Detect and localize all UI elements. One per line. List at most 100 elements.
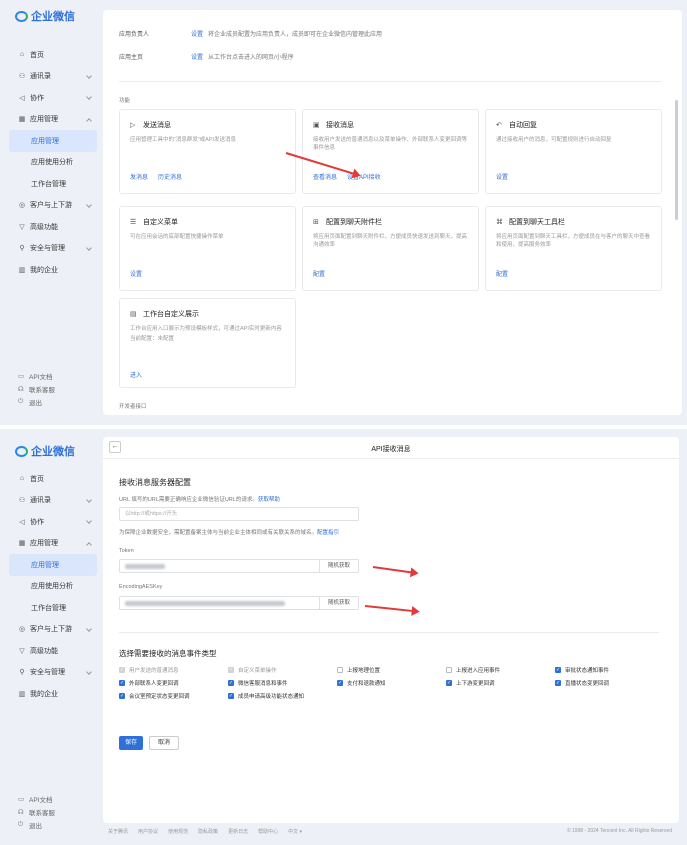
sidebar-item-advanced[interactable]: ▽ 高级功能 — [9, 216, 97, 238]
api-doc-link[interactable]: ▭ API文档 — [18, 369, 55, 382]
token-input[interactable]: 随机获取 — [119, 559, 359, 573]
url-hint: URL 填写的URL需要正确响应企业微信验证URL的请求。获取帮助 — [119, 497, 280, 503]
headset-icon: ☊ — [18, 808, 24, 816]
language-select[interactable]: 中文 ▾ — [288, 828, 302, 835]
config-guide-link[interactable]: 配置指引 — [317, 530, 339, 536]
event-checkbox[interactable]: 上报进入应用事件 — [446, 666, 555, 674]
card-chat-toolbar: ⌘ 配置到聊天工具栏 将应用页面配置到聊天工具栏，方便成员在与客户的聊天中查看和使… — [485, 206, 662, 291]
reply-icon: ↶ — [496, 122, 502, 129]
save-button[interactable]: 保存 — [119, 736, 143, 750]
footer-link[interactable]: 用户协议 — [138, 828, 158, 835]
sidebar-subitem-app-manage[interactable]: 应用管理 — [9, 130, 97, 152]
check-icon: ✓ — [228, 667, 234, 673]
owner-set-link[interactable]: 设置 — [191, 29, 203, 38]
sidebar-subitem-app-analytics[interactable]: 应用使用分析 — [9, 152, 97, 174]
footer-link[interactable]: 更新日志 — [228, 828, 248, 835]
sidebar-item-advanced[interactable]: ▽ 高级功能 — [9, 640, 97, 662]
scrollbar[interactable] — [675, 100, 678, 220]
section-features-label: 功能 — [119, 98, 131, 104]
logo[interactable]: 企业微信 — [15, 8, 75, 24]
check-icon: ✓ — [119, 680, 125, 686]
collab-icon: ◁ — [19, 518, 25, 526]
event-checkbox[interactable]: ✓ 成员申请高级功能状态通知 — [228, 692, 337, 700]
sidebar-subitem-app-manage[interactable]: 应用管理 — [9, 554, 97, 576]
sidebar-item-security[interactable]: ⚲ 安全与管理 — [9, 662, 97, 684]
sidebar-item-collab[interactable]: ◁ 协作 — [9, 511, 97, 533]
event-checkbox[interactable]: ✓ 会议室预定状态变更回调 — [119, 692, 228, 700]
sidebar-item-apps[interactable]: ▦ 应用管理 — [9, 109, 97, 131]
token-random-button[interactable]: 随机获取 — [319, 560, 358, 572]
history-message-link[interactable]: 历史消息 — [158, 172, 182, 181]
sidebar-nav: ⌂ 首页 ⚇ 通讯录 ◁ 协作 ▦ 应用管理 应用管理 应用使用分析 工作台管理 ◎ 客户… — [9, 468, 97, 705]
url-input[interactable]: 以http://或https://开头 — [119, 507, 359, 521]
page-topbar: ← API接收消息 — [103, 437, 679, 459]
cancel-button[interactable]: 取消 — [149, 736, 179, 750]
sidebar-item-apps[interactable]: ▦ 应用管理 — [9, 533, 97, 555]
support-link[interactable]: ☊ 联系客服 — [18, 805, 55, 818]
page-title: API接收消息 — [371, 446, 411, 453]
aes-key-input[interactable]: 随机获取 — [119, 596, 359, 610]
page-footer: 关于腾讯 用户协议 使用规范 隐私政策 更新日志 帮助中心 中文 ▾ © 199… — [108, 828, 672, 835]
view-message-link[interactable]: 查看消息 — [313, 172, 337, 181]
send-message-link[interactable]: 发消息 — [130, 172, 148, 181]
sidebar-item-security[interactable]: ⚲ 安全与管理 — [9, 238, 97, 260]
get-help-link[interactable]: 获取帮助 — [258, 497, 280, 503]
chevron-down-icon — [86, 94, 92, 100]
message-icon: ▣ — [313, 122, 320, 129]
footer-link[interactable]: 帮助中心 — [258, 828, 278, 835]
advanced-icon: ▽ — [19, 223, 25, 231]
event-row-2: ✓ 外部联系人变更回调 ✓ 微信客服消息和事件 ✓ 支付和退款通知 ✓ 上下游变更回调 … — [119, 679, 664, 687]
event-checkbox[interactable]: ✓ 上下游变更回调 — [446, 679, 555, 687]
sidebar-item-customers[interactable]: ◎ 客户与上下游 — [9, 619, 97, 641]
sidebar-subitem-app-analytics[interactable]: 应用使用分析 — [9, 576, 97, 598]
event-checkbox[interactable]: ✓ 审批状态通知事件 — [555, 666, 664, 674]
custom-menu-set-link[interactable]: 设置 — [130, 269, 142, 278]
api-doc-link[interactable]: ▭ API文档 — [18, 792, 55, 805]
domain-note: 为保障企业数据安全，需配置备案主体与当前企业主体相同或有关联关系的域名。配置指引 — [119, 530, 340, 536]
chat-toolbar-config-link[interactable]: 配置 — [496, 269, 508, 278]
sidebar-item-customers[interactable]: ◎ 客户与上下游 — [9, 195, 97, 217]
event-checkbox[interactable]: ✓ 自定义菜单操作 — [228, 666, 337, 674]
event-types-heading: 选择需要接收的消息事件类型 — [119, 649, 217, 658]
sidebar-item-home[interactable]: ⌂ 首页 — [9, 468, 97, 490]
logout-link[interactable]: ⏻ 退出 — [18, 395, 55, 408]
token-label: Token — [119, 548, 134, 554]
sidebar-item-company[interactable]: ▥ 我的企业 — [9, 683, 97, 705]
event-checkbox[interactable]: ✓ 微信客服消息和事件 — [228, 679, 337, 687]
event-checkbox[interactable]: ✓ 外部联系人变更回调 — [119, 679, 228, 687]
event-checkbox[interactable]: ✓ 支付和退款通知 — [337, 679, 446, 687]
check-icon: ✓ — [228, 693, 234, 699]
masked-value — [125, 564, 165, 569]
homepage-set-link[interactable]: 设置 — [191, 52, 203, 61]
auto-reply-set-link[interactable]: 设置 — [496, 172, 508, 181]
owner-row: 应用负责人 设置 将企业成员配置为应用负责人，成员即可在企业微信内管理此应用 — [119, 29, 382, 38]
check-icon: ✓ — [555, 680, 561, 686]
chat-attachment-config-link[interactable]: 配置 — [313, 269, 325, 278]
sidebar-item-contacts[interactable]: ⚇ 通讯录 — [9, 490, 97, 512]
support-link[interactable]: ☊ 联系客服 — [18, 382, 55, 395]
logout-link[interactable]: ⏻ 退出 — [18, 818, 55, 831]
logo[interactable]: 企业微信 — [15, 443, 75, 459]
footer-link[interactable]: 使用规范 — [168, 828, 188, 835]
event-row-1: ✓ 用户发送的普通消息 ✓ 自定义菜单操作 上报地理位置 上报进入应用事件 ✓ 审批状… — [119, 666, 664, 674]
event-checkbox[interactable]: ✓ 直播状态变更回调 — [555, 679, 664, 687]
customer-icon: ◎ — [18, 626, 26, 634]
workbench-enter-link[interactable]: 进入 — [130, 370, 142, 379]
sidebar-subitem-workbench[interactable]: 工作台管理 — [9, 173, 97, 195]
chevron-down-icon — [86, 668, 92, 675]
card-workbench-display: ▤ 工作台自定义展示 工作台应用入口展示为预设模板样式，可通过API实时更新内容 … — [119, 298, 296, 388]
event-row-3: ✓ 会议室预定状态变更回调 ✓ 成员申请高级功能状态通知 — [119, 692, 337, 700]
sidebar-item-company[interactable]: ▥ 我的企业 — [9, 259, 97, 281]
chevron-down-icon — [86, 201, 92, 208]
aes-random-button[interactable]: 随机获取 — [319, 597, 358, 609]
sidebar-item-contacts[interactable]: ⚇ 通讯录 — [9, 66, 97, 88]
event-checkbox[interactable]: 上报地理位置 — [337, 666, 446, 674]
footer-link[interactable]: 关于腾讯 — [108, 828, 128, 835]
event-checkbox[interactable]: ✓ 用户发送的普通消息 — [119, 666, 228, 674]
check-icon: ✓ — [446, 680, 452, 686]
sidebar-item-collab[interactable]: ◁ 协作 — [9, 87, 97, 109]
sidebar-item-home[interactable]: ⌂ 首页 — [9, 44, 97, 66]
footer-link[interactable]: 隐私政策 — [198, 828, 218, 835]
sidebar-subitem-workbench[interactable]: 工作台管理 — [9, 597, 97, 619]
card-auto-reply: ↶ 自动回复 通过接收用户的消息，可配置规则进行自动回复 设置 — [485, 109, 662, 194]
